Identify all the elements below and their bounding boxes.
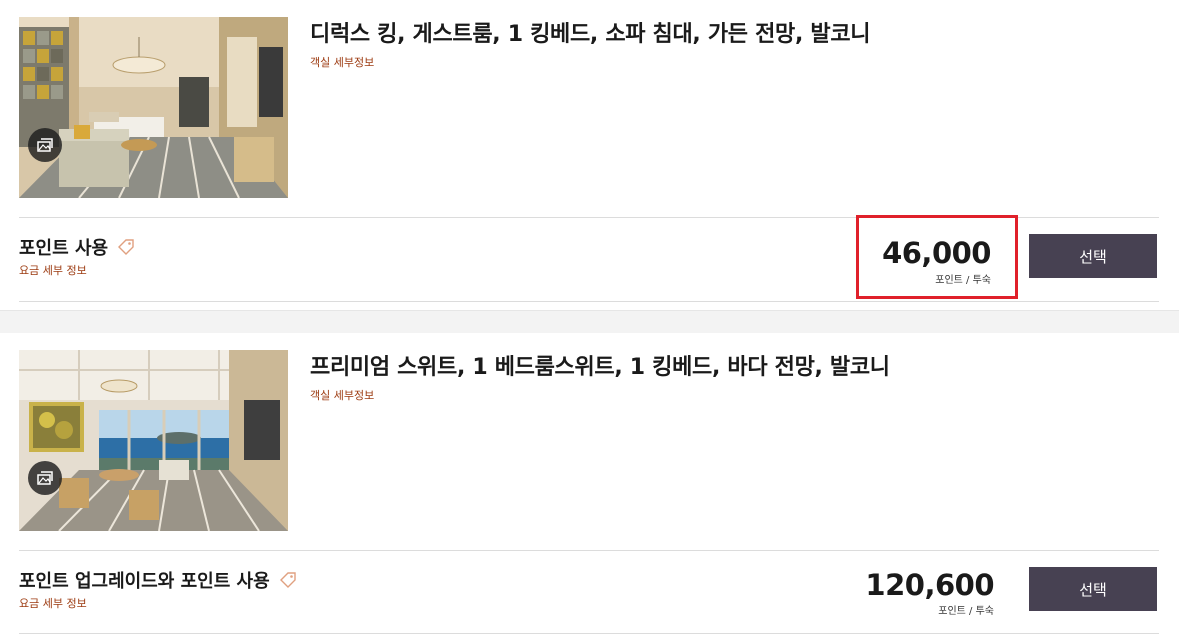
divider — [19, 633, 1159, 634]
room-photo-image — [19, 350, 288, 531]
tag-icon[interactable] — [116, 237, 136, 257]
room-card: 프리미엄 스위트, 1 베드룸스위트, 1 킹베드, 바다 전망, 발코니 객실… — [0, 333, 1179, 638]
image-stack-icon — [37, 138, 53, 152]
select-button[interactable]: 선택 — [1029, 567, 1157, 611]
price-unit: 포인트 / 투숙 — [935, 275, 991, 286]
rate-name: 포인트 업그레이드와 포인트 사용 — [19, 567, 298, 593]
price-value: 46,000 — [882, 236, 991, 270]
tag-icon[interactable] — [278, 570, 298, 590]
divider — [19, 301, 1159, 302]
rate-details-link[interactable]: 요금 세부 정보 — [19, 595, 87, 611]
room-details-link[interactable]: 객실 세부정보 — [310, 54, 374, 70]
room-details-link[interactable]: 객실 세부정보 — [310, 387, 374, 403]
price-highlight-box: 46,000 포인트 / 투숙 — [856, 215, 1018, 299]
rate-details-link[interactable]: 요금 세부 정보 — [19, 262, 87, 278]
room-photo[interactable] — [19, 350, 288, 531]
room-title: 디럭스 킹, 게스트룸, 1 킹베드, 소파 침대, 가든 전망, 발코니 — [310, 22, 871, 47]
gallery-icon[interactable] — [28, 461, 62, 495]
gallery-icon[interactable] — [28, 128, 62, 162]
rate-name-label: 포인트 사용 — [19, 238, 109, 259]
image-stack-icon — [37, 471, 53, 485]
price-unit: 포인트 / 투숙 — [938, 606, 994, 617]
price-value: 120,600 — [865, 568, 994, 602]
section-separator — [0, 310, 1179, 333]
rate-name-label: 포인트 업그레이드와 포인트 사용 — [19, 571, 270, 592]
room-photo[interactable] — [19, 17, 288, 198]
rate-name: 포인트 사용 — [19, 234, 136, 260]
select-button[interactable]: 선택 — [1029, 234, 1157, 278]
price-container: 120,600 포인트 / 투숙 — [856, 548, 1018, 632]
room-title: 프리미엄 스위트, 1 베드룸스위트, 1 킹베드, 바다 전망, 발코니 — [310, 355, 890, 380]
room-card: 디럭스 킹, 게스트룸, 1 킹베드, 소파 침대, 가든 전망, 발코니 객실… — [0, 0, 1179, 310]
room-photo-image — [19, 17, 288, 198]
